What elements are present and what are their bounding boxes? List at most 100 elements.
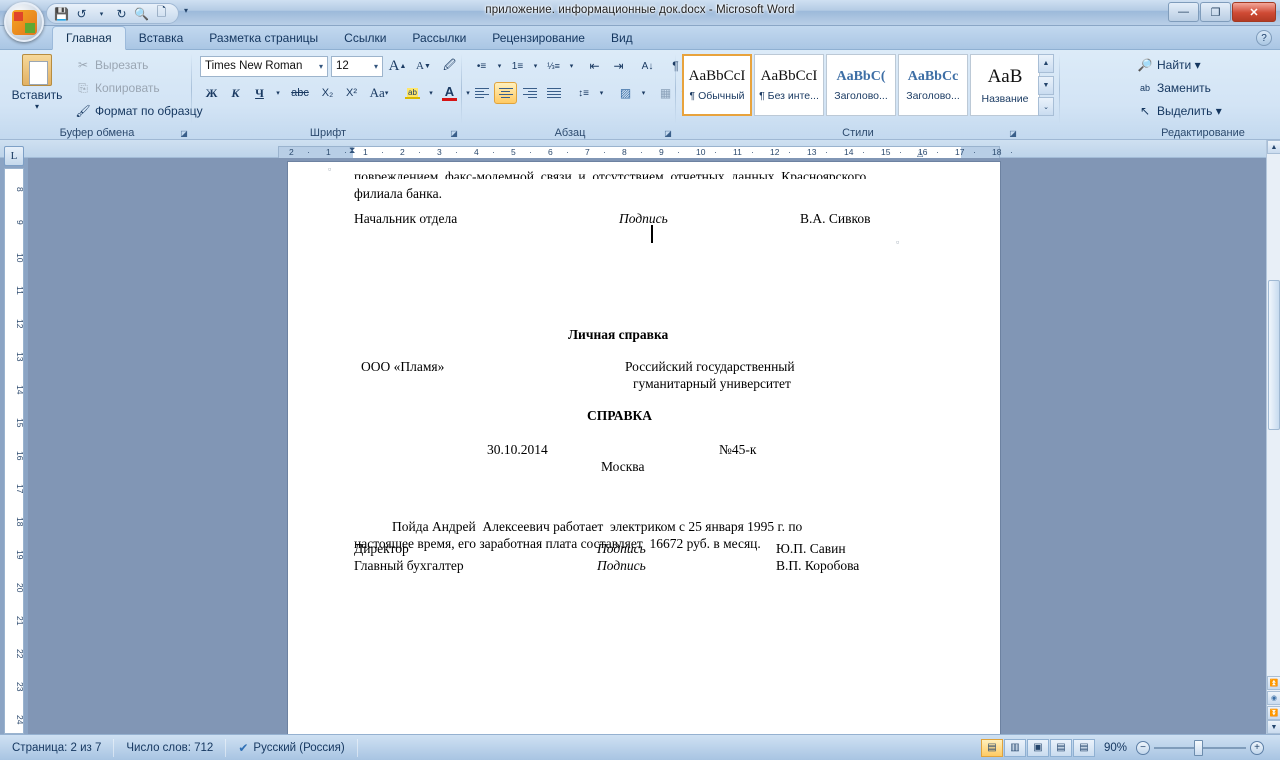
full-screen-reading-button[interactable]: ▥ (1003, 738, 1026, 757)
zoom-out-button[interactable]: − (1136, 740, 1150, 755)
tab-references[interactable]: Ссылки (331, 26, 399, 50)
increase-indent-button[interactable]: ⇥ (607, 55, 630, 77)
decrease-indent-button[interactable]: ⇤ (583, 55, 606, 77)
font-color-button[interactable]: A (438, 82, 461, 104)
tab-stop-selector[interactable]: L (4, 146, 24, 166)
chevron-down-icon[interactable]: ▾ (317, 62, 325, 71)
zoom-track[interactable] (1154, 739, 1246, 756)
tab-page-layout[interactable]: Разметка страницы (196, 26, 331, 50)
underline-dropdown-icon[interactable]: ▾ (272, 82, 284, 104)
draft-button[interactable]: ▤ (1072, 738, 1095, 757)
underline-button[interactable]: Ч (248, 82, 271, 104)
bullets-button[interactable]: •≡ (470, 55, 493, 77)
grow-font-button[interactable]: A ▲ (386, 55, 409, 77)
scroll-up-button[interactable]: ▲ (1267, 140, 1280, 154)
styles-dialog-launcher[interactable]: ◪ (1008, 128, 1018, 138)
page-indicator[interactable]: Страница: 2 из 7 (0, 738, 115, 757)
numbering-dropdown-icon[interactable]: ▾ (530, 55, 541, 77)
right-indent-marker-icon[interactable]: △ (917, 149, 923, 158)
styles-scroll-controls[interactable]: ▲ ▼ ⌄ (1038, 54, 1054, 116)
style-item-normal[interactable]: AaBbCcI ¶ Обычный (682, 54, 752, 116)
scrollbar-thumb[interactable] (1268, 280, 1280, 430)
zoom-in-button[interactable]: + (1250, 740, 1264, 755)
styles-scroll-down-icon[interactable]: ▼ (1038, 75, 1054, 95)
format-painter-button[interactable]: 🖌 Формат по образцу (70, 101, 208, 121)
bullets-dropdown-icon[interactable]: ▾ (494, 55, 505, 77)
tab-mailings[interactable]: Рассылки (399, 26, 479, 50)
clear-formatting-button[interactable]: 🖉 (438, 55, 461, 77)
numbering-button[interactable]: 1≡ (506, 55, 529, 77)
copy-button[interactable]: ⎘ Копировать (70, 78, 208, 98)
office-button[interactable] (4, 2, 44, 42)
vertical-ruler[interactable]: 8 9 10 11 12 13 14 15 16 17 18 19 20 21 22 23 24 (4, 168, 25, 734)
cut-button[interactable]: ✂ Вырезать (70, 55, 208, 75)
scroll-down-button[interactable]: ▼ (1267, 720, 1280, 734)
document-page[interactable]: повреждением факс-модемной связи и отсут… (288, 162, 1000, 734)
prev-page-button[interactable]: ⏫ (1267, 676, 1280, 690)
close-button[interactable]: ✕ (1232, 2, 1276, 22)
word-count[interactable]: Число слов: 712 (114, 738, 227, 757)
font-dialog-launcher[interactable]: ◪ (449, 128, 459, 138)
justify-button[interactable] (542, 82, 565, 104)
window-controls[interactable]: — ❐ ✕ (1168, 2, 1276, 22)
view-controls[interactable]: ▤ ▥ ▣ ▤ ▤ 90% − + (980, 738, 1280, 757)
next-page-button[interactable]: ⏬ (1267, 706, 1280, 720)
select-button[interactable]: ↖ Выделить ▾ (1132, 101, 1227, 121)
style-item-heading-1[interactable]: AaBbC( Заголово... (826, 54, 896, 116)
ruler-dot: · (751, 147, 754, 157)
chevron-down-icon[interactable]: ▾ (372, 62, 380, 71)
zoom-slider[interactable]: − + (1136, 739, 1274, 756)
tab-home[interactable]: Главная (52, 26, 126, 50)
minimize-button[interactable]: — (1168, 2, 1199, 22)
align-left-button[interactable] (470, 82, 493, 104)
align-right-button[interactable] (518, 82, 541, 104)
shrink-font-button[interactable]: A ▼ (412, 55, 435, 77)
style-item-heading-2[interactable]: AaBbCc Заголово... (898, 54, 968, 116)
highlight-button[interactable]: ab (401, 82, 424, 104)
style-item-no-spacing[interactable]: AaBbCcI ¶ Без инте... (754, 54, 824, 116)
vertical-scrollbar[interactable]: ▲ ⏫ ◉ ⏬ ▼ (1266, 140, 1280, 734)
align-center-button[interactable] (494, 82, 517, 104)
style-item-title[interactable]: AaB Название (970, 54, 1040, 116)
font-name-combo[interactable]: Times New Roman ▾ (200, 55, 328, 77)
line-spacing-dropdown-icon[interactable]: ▾ (596, 82, 607, 104)
sort-button[interactable]: A↓ (636, 55, 659, 77)
paste-dropdown-icon[interactable]: ▾ (10, 102, 64, 111)
font-size-combo[interactable]: 12 ▾ (331, 55, 383, 77)
highlight-dropdown-icon[interactable]: ▾ (425, 82, 437, 104)
shading-dropdown-icon[interactable]: ▾ (638, 82, 649, 104)
select-browse-object-button[interactable]: ◉ (1267, 691, 1280, 705)
document-line: Директор (354, 541, 409, 556)
shading-button[interactable]: ▨ (614, 82, 637, 104)
clipboard-dialog-launcher[interactable]: ◪ (179, 128, 189, 138)
styles-more-icon[interactable]: ⌄ (1038, 97, 1054, 116)
help-button[interactable]: ? (1256, 30, 1272, 46)
proofing-status[interactable]: ✔ Русский (Россия) (226, 738, 358, 757)
document-canvas[interactable]: повреждением факс-модемной связи и отсут… (28, 158, 1266, 734)
restore-button[interactable]: ❐ (1200, 2, 1231, 22)
paste-button[interactable]: Вставить ▾ (10, 54, 64, 111)
print-layout-button[interactable]: ▤ (980, 738, 1003, 757)
tab-insert[interactable]: Вставка (126, 26, 197, 50)
find-button[interactable]: 🔎 Найти ▾ (1132, 55, 1227, 75)
multilevel-dropdown-icon[interactable]: ▾ (566, 55, 577, 77)
borders-button[interactable]: ▦ (654, 82, 677, 104)
strikethrough-button[interactable]: abc (285, 82, 315, 104)
outline-button[interactable]: ▤ (1049, 738, 1072, 757)
indent-marker-icon[interactable]: ⧗ (349, 145, 355, 156)
italic-button[interactable]: К (224, 82, 247, 104)
bold-button[interactable]: Ж (200, 82, 223, 104)
zoom-thumb[interactable] (1194, 739, 1203, 756)
replace-button[interactable]: ab Заменить (1132, 78, 1227, 98)
web-layout-button[interactable]: ▣ (1026, 738, 1049, 757)
multilevel-list-button[interactable]: ⅓≡ (542, 55, 565, 77)
change-case-button[interactable]: Aa ▾ (364, 82, 394, 104)
superscript-button[interactable]: X² (340, 82, 363, 104)
line-spacing-button[interactable]: ↕≡ (572, 82, 595, 104)
styles-scroll-up-icon[interactable]: ▲ (1038, 54, 1054, 73)
subscript-button[interactable]: X₂ (316, 82, 339, 104)
tab-view[interactable]: Вид (598, 26, 646, 50)
zoom-level[interactable]: 90% (1096, 742, 1135, 754)
tab-review[interactable]: Рецензирование (479, 26, 598, 50)
paragraph-dialog-launcher[interactable]: ◪ (663, 128, 673, 138)
